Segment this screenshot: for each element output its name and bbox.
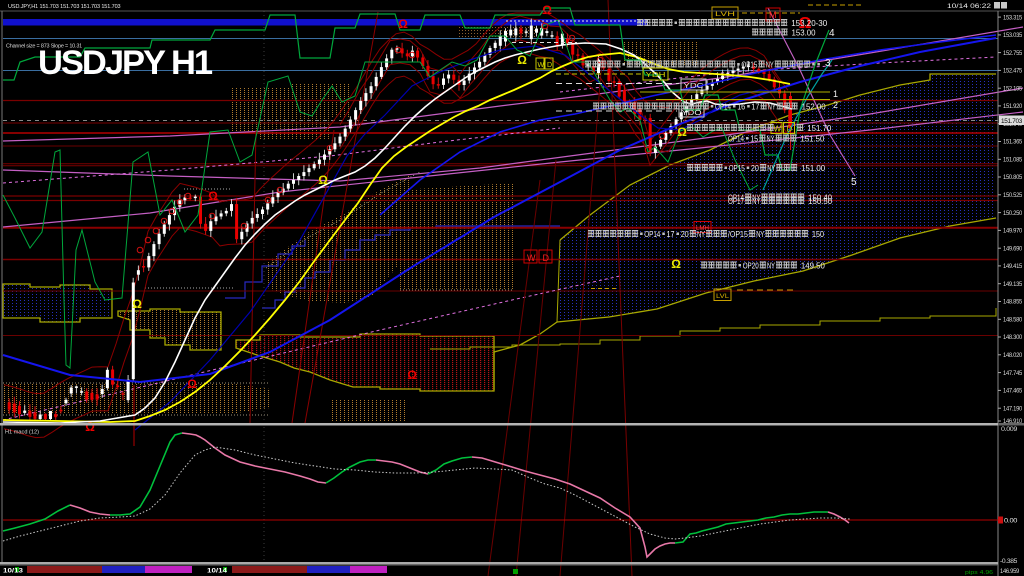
svg-text:148.855: 148.855 bbox=[1003, 300, 1023, 306]
svg-text:2: 2 bbox=[833, 100, 838, 110]
svg-text:Ω: Ω bbox=[398, 17, 408, 31]
svg-text:0.00: 0.00 bbox=[1004, 519, 1018, 525]
svg-text:153.20-30: 153.20-30 bbox=[791, 19, 828, 28]
svg-text:1: 1 bbox=[833, 89, 838, 99]
svg-text:152.195: 152.195 bbox=[1003, 86, 1023, 92]
svg-text:YDH: YDH bbox=[646, 72, 666, 79]
svg-text:Ω: Ω bbox=[542, 3, 552, 17]
svg-text:17: 17 bbox=[751, 103, 759, 112]
svg-text:LVH: LVH bbox=[715, 11, 735, 18]
svg-text:5: 5 bbox=[851, 177, 857, 188]
svg-text:10/13: 10/13 bbox=[3, 569, 24, 575]
svg-text:OP14: OP14 bbox=[715, 103, 731, 112]
svg-text:152.00: 152.00 bbox=[802, 103, 827, 112]
svg-text:OP14: OP14 bbox=[728, 135, 744, 144]
svg-text:20: 20 bbox=[751, 164, 759, 173]
svg-text:OP15: OP15 bbox=[729, 164, 745, 173]
svg-text:NY: NY bbox=[766, 61, 774, 70]
svg-text:151.365: 151.365 bbox=[1003, 140, 1023, 146]
svg-text:OP15: OP15 bbox=[741, 61, 757, 70]
svg-text:Ω: Ω bbox=[187, 377, 197, 391]
svg-text:USDJPY H1: USDJPY H1 bbox=[38, 44, 213, 82]
svg-text:148.580: 148.580 bbox=[1003, 318, 1023, 324]
svg-text:149.970: 149.970 bbox=[1003, 229, 1023, 235]
svg-text:YDC: YDC bbox=[684, 83, 704, 90]
svg-text:151.085: 151.085 bbox=[1003, 158, 1023, 164]
svg-text:pips 4.96: pips 4.96 bbox=[965, 570, 993, 576]
svg-text:3: 3 bbox=[825, 58, 831, 69]
svg-text:149.50: 149.50 bbox=[801, 262, 826, 271]
svg-text:150.250: 150.250 bbox=[1003, 211, 1023, 217]
svg-text:151.00: 151.00 bbox=[801, 164, 826, 173]
svg-text:NY: NY bbox=[697, 230, 705, 239]
svg-text:152.755: 152.755 bbox=[1003, 51, 1023, 57]
svg-text:D: D bbox=[787, 125, 793, 134]
svg-text:152.475: 152.475 bbox=[1003, 69, 1023, 75]
svg-text:150: 150 bbox=[812, 230, 824, 239]
svg-text:W: W bbox=[774, 125, 782, 134]
svg-text:150.525: 150.525 bbox=[1003, 193, 1023, 199]
svg-text:0.009: 0.009 bbox=[1001, 427, 1018, 433]
svg-text:17: 17 bbox=[667, 230, 675, 239]
svg-text:Ω: Ω bbox=[517, 53, 527, 67]
svg-text:10/14 06:22: 10/14 06:22 bbox=[947, 4, 992, 10]
svg-text:150.805: 150.805 bbox=[1003, 175, 1023, 181]
svg-text:Ω: Ω bbox=[407, 368, 417, 382]
svg-text:W: W bbox=[538, 62, 545, 69]
svg-text:20: 20 bbox=[681, 230, 689, 239]
svg-text:YDO: YDO bbox=[682, 110, 703, 117]
svg-text:H1 macd (12): H1 macd (12) bbox=[5, 430, 39, 436]
svg-text:147.465: 147.465 bbox=[1003, 389, 1023, 395]
svg-text:153.035: 153.035 bbox=[1003, 33, 1023, 39]
svg-text:150.50: 150.50 bbox=[808, 197, 833, 206]
svg-text:153.00: 153.00 bbox=[792, 29, 817, 38]
svg-text:-0.385: -0.385 bbox=[1000, 559, 1018, 565]
svg-text:NY: NY bbox=[752, 197, 760, 206]
svg-text:NY: NY bbox=[767, 262, 775, 271]
svg-text:Ω: Ω bbox=[677, 125, 687, 139]
svg-text:NY: NY bbox=[756, 230, 764, 239]
svg-text:151.50: 151.50 bbox=[800, 135, 825, 144]
svg-text:151.920: 151.920 bbox=[1003, 104, 1023, 110]
svg-text:16: 16 bbox=[737, 103, 745, 112]
svg-text:Ω: Ω bbox=[318, 173, 328, 187]
svg-text:Ω: Ω bbox=[132, 297, 142, 311]
svg-text:148.300: 148.300 bbox=[1003, 335, 1023, 341]
svg-text:149.690: 149.690 bbox=[1003, 246, 1023, 252]
svg-text:D: D bbox=[543, 253, 550, 263]
svg-text:W: W bbox=[527, 253, 536, 263]
svg-text:153.315: 153.315 bbox=[1003, 15, 1023, 21]
svg-text:146.959: 146.959 bbox=[1000, 569, 1020, 575]
svg-text:OP17: OP17 bbox=[728, 197, 744, 206]
svg-text:147.190: 147.190 bbox=[1003, 406, 1023, 412]
svg-text:USD.JPY,H1 151.703 151.703 15: USD.JPY,H1 151.703 151.703 151.703 151.7… bbox=[8, 4, 121, 10]
svg-text:147.745: 147.745 bbox=[1003, 371, 1023, 377]
svg-text:Ω: Ω bbox=[671, 257, 681, 271]
svg-text:Ω: Ω bbox=[208, 189, 218, 203]
svg-text:OP20: OP20 bbox=[743, 262, 759, 271]
svg-text:OP14: OP14 bbox=[644, 230, 660, 239]
svg-text:D: D bbox=[547, 62, 552, 69]
svg-text:NY: NY bbox=[768, 103, 776, 112]
svg-text:15: 15 bbox=[750, 135, 758, 144]
svg-text:149.135: 149.135 bbox=[1003, 282, 1023, 288]
svg-text:148.020: 148.020 bbox=[1003, 353, 1023, 359]
svg-text:Ω: Ω bbox=[85, 420, 95, 434]
svg-text:NY: NY bbox=[767, 164, 775, 173]
svg-text:151.70: 151.70 bbox=[807, 124, 832, 133]
svg-text:10/14: 10/14 bbox=[207, 569, 228, 575]
svg-text:151.703: 151.703 bbox=[1001, 118, 1023, 125]
svg-text:4: 4 bbox=[829, 28, 835, 39]
svg-text:149.415: 149.415 bbox=[1003, 264, 1023, 270]
svg-text:LVL: LVL bbox=[716, 294, 730, 300]
svg-text:/OP15: /OP15 bbox=[728, 230, 748, 239]
svg-text:NY: NY bbox=[767, 135, 775, 144]
